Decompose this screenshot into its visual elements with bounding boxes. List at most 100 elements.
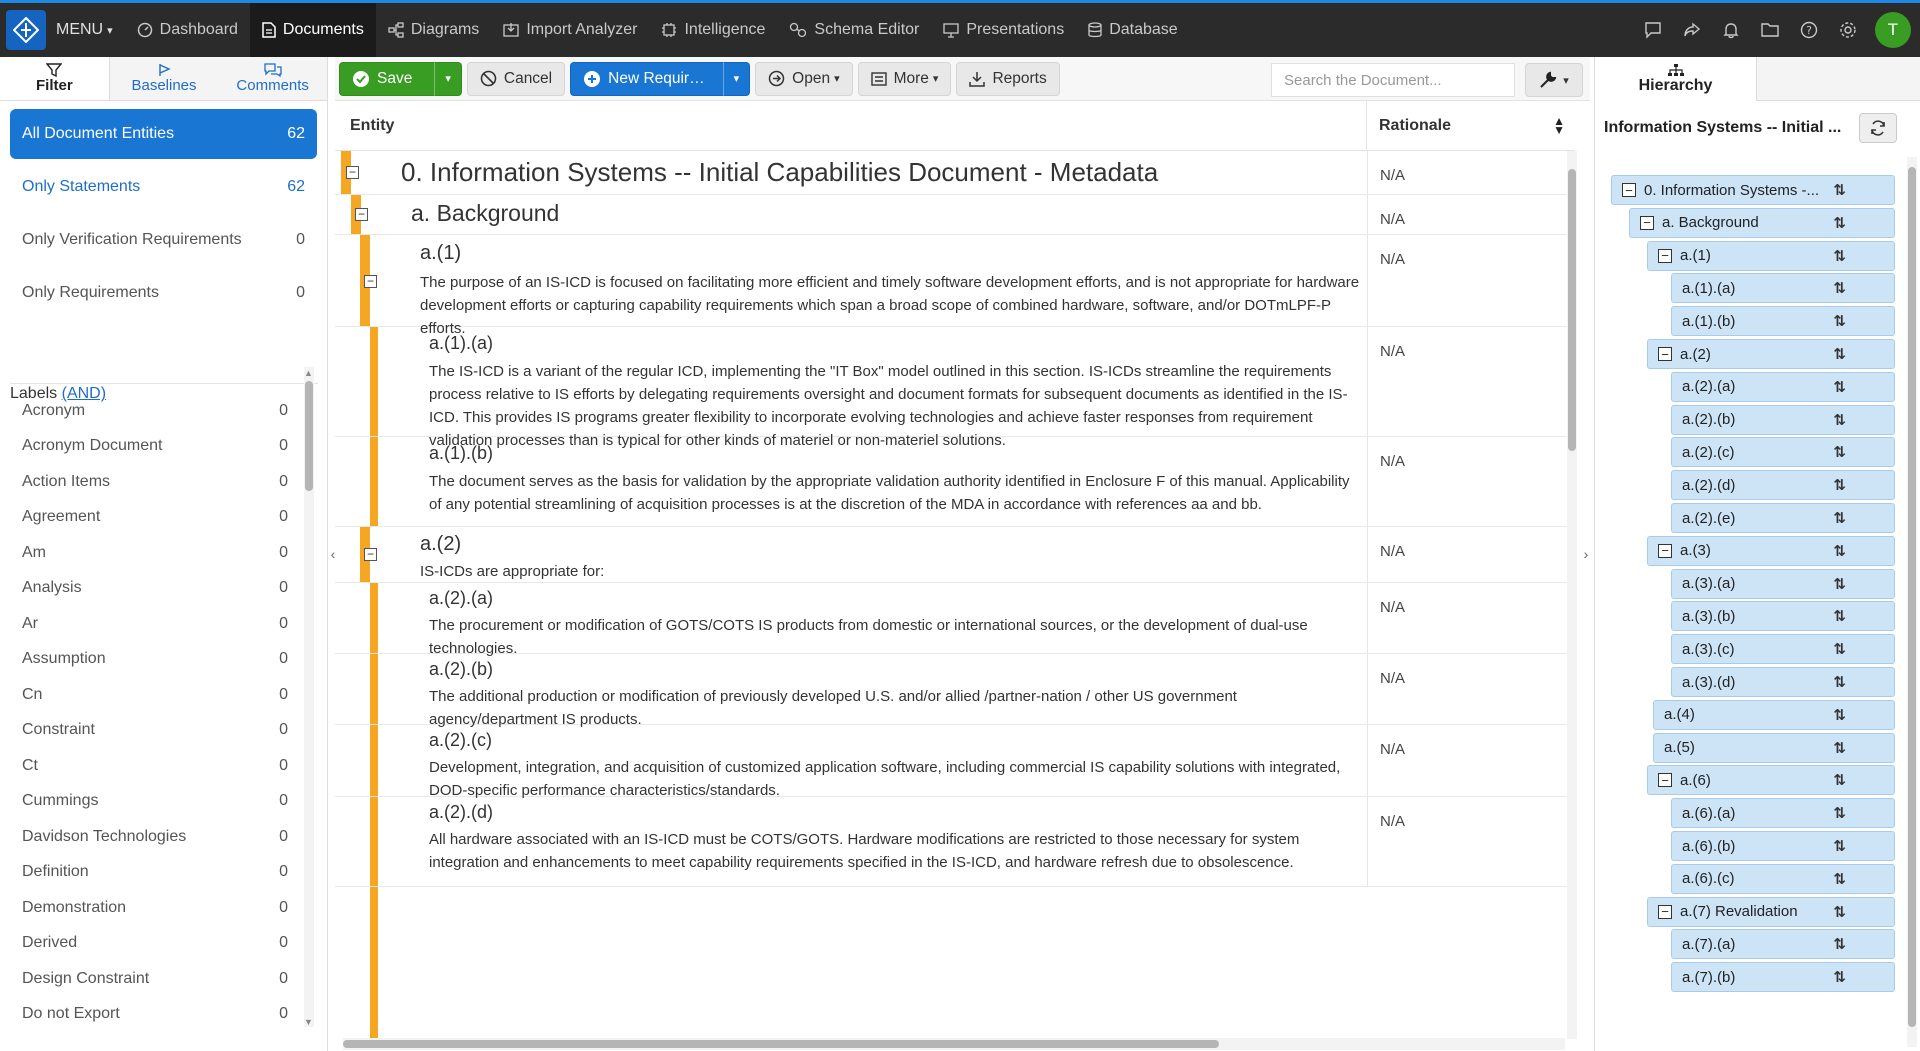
menu-button[interactable]: MENU ▾ (46, 3, 125, 57)
reorder-icon[interactable]: ⇅ (1833, 706, 1846, 724)
table-row[interactable]: a.(1).(a) The IS-ICD is a variant of the… (335, 327, 1567, 449)
horizontal-scroll-thumb[interactable] (343, 1040, 1219, 1048)
reorder-icon[interactable]: ⇅ (1833, 640, 1846, 658)
entity-cell[interactable]: a.(2) IS-ICDs are appropriate for: (420, 533, 1360, 588)
document-horizontal-scrollbar[interactable] (343, 1038, 1565, 1050)
scroll-up-arrow-icon[interactable]: ▲ (304, 368, 313, 378)
entity-cell[interactable]: a.(2).(a) The procurement or modificatio… (429, 588, 1359, 658)
entity-cell[interactable]: 0. Information Systems -- Initial Capabi… (401, 157, 1158, 200)
table-row[interactable]: 0. Information Systems -- Initial Capabi… (335, 151, 1567, 195)
reorder-icon[interactable]: ⇅ (1833, 968, 1846, 986)
label-item[interactable]: Cn 0 (10, 677, 300, 713)
labels-scroll-thumb[interactable] (305, 381, 313, 491)
scroll-down-arrow-icon[interactable]: ▼ (304, 1017, 313, 1027)
reorder-icon[interactable]: ⇅ (1833, 870, 1846, 888)
reorder-icon[interactable]: ⇅ (1833, 607, 1846, 625)
table-row[interactable]: a.(1).(b) The document serves as the bas… (335, 437, 1567, 527)
filter-all-entities[interactable]: All Document Entities 62 (10, 109, 317, 159)
tree-node[interactable]: − a. Background ⇅ (1629, 207, 1895, 238)
reorder-icon[interactable]: ⇅ (1833, 476, 1846, 494)
tree-node[interactable]: − a.(6) ⇅ (1647, 765, 1895, 796)
table-row[interactable]: a. Background N/A (335, 195, 1567, 235)
rationale-cell[interactable]: N/A (1367, 437, 1567, 526)
rationale-cell[interactable]: N/A (1367, 797, 1567, 886)
label-item[interactable]: Agreement 0 (10, 500, 300, 536)
sort-icon[interactable]: ▲ ▼ (1553, 115, 1565, 136)
reorder-icon[interactable]: ⇅ (1833, 509, 1846, 527)
reorder-icon[interactable]: ⇅ (1833, 935, 1846, 953)
tree-node[interactable]: a.(2).(a) ⇅ (1671, 371, 1895, 402)
entity-cell[interactable]: a.(2).(b) The additional production or m… (429, 659, 1359, 729)
column-entity-header[interactable]: Entity (335, 100, 1367, 151)
tools-wrench-button[interactable]: ▾ (1525, 63, 1583, 97)
tree-collapse-icon[interactable]: − (1658, 904, 1672, 919)
label-item[interactable]: Ar 0 (10, 606, 300, 642)
label-item[interactable]: Derived 0 (10, 926, 300, 962)
tree-collapse-icon[interactable]: − (1658, 543, 1672, 558)
tree-node[interactable]: a.(1).(b) ⇅ (1671, 306, 1895, 337)
document-vertical-scrollbar[interactable] (1567, 151, 1577, 1039)
tree-node[interactable]: −0. Information Systems -... ⇅ (1611, 175, 1895, 205)
user-avatar[interactable]: T (1875, 12, 1911, 48)
tree-node[interactable]: a.(2).(c) ⇅ (1671, 437, 1895, 468)
entity-cell[interactable]: a.(1).(b) The document serves as the bas… (429, 443, 1359, 532)
reorder-icon[interactable]: ⇅ (1833, 771, 1846, 789)
tree-node[interactable]: a.(2).(d) ⇅ (1671, 470, 1895, 501)
reorder-icon[interactable]: ⇅ (1833, 411, 1846, 429)
tree-node[interactable]: a.(3).(a) ⇅ (1671, 568, 1895, 599)
label-item[interactable]: Action Items 0 (10, 464, 300, 500)
reorder-icon[interactable]: ⇅ (1833, 345, 1846, 363)
reorder-icon[interactable]: ⇅ (1833, 181, 1846, 199)
rationale-cell[interactable]: N/A (1367, 327, 1567, 436)
cancel-button[interactable]: Cancel (466, 61, 566, 96)
hierarchy-scrollbar[interactable] (1907, 157, 1917, 1047)
tree-node[interactable]: a.(6).(c) ⇅ (1671, 863, 1895, 894)
label-item[interactable]: Do not Export 0 (10, 997, 300, 1033)
nav-presentations[interactable]: Presentations (931, 3, 1076, 57)
nav-import-analyzer[interactable]: Import Analyzer (491, 3, 649, 57)
tree-collapse-icon[interactable]: − (1658, 248, 1672, 263)
reorder-icon[interactable]: ⇅ (1833, 443, 1846, 461)
reorder-icon[interactable]: ⇅ (1833, 279, 1846, 297)
entity-cell[interactable]: a.(2).(d) All hardware associated with a… (429, 802, 1359, 891)
table-row[interactable]: a.(2).(c) Development, integration, and … (335, 725, 1567, 799)
entity-cell[interactable]: a.(1).(a) The IS-ICD is a variant of the… (429, 333, 1359, 449)
tree-node[interactable]: a.(3).(b) ⇅ (1671, 601, 1895, 632)
document-scroll-thumb[interactable] (1568, 169, 1576, 451)
reorder-icon[interactable]: ⇅ (1833, 739, 1846, 757)
rationale-cell[interactable]: N/A (1367, 654, 1567, 724)
reports-button[interactable]: Reports (956, 61, 1060, 96)
tree-collapse-icon[interactable]: − (1640, 215, 1654, 230)
open-button[interactable]: Open ▾ (755, 61, 853, 96)
label-item[interactable]: Definition 0 (10, 855, 300, 891)
tree-collapse-icon[interactable]: − (1658, 773, 1672, 788)
tree-node[interactable]: a.(6).(a) ⇅ (1671, 798, 1895, 829)
tree-collapse-icon[interactable]: − (1658, 347, 1672, 361)
reorder-icon[interactable]: ⇅ (1833, 247, 1846, 265)
nav-intelligence[interactable]: Intelligence (649, 3, 777, 57)
rationale-cell[interactable]: N/A (1367, 583, 1567, 653)
rationale-cell[interactable]: N/A (1367, 151, 1567, 194)
tree-node[interactable]: a.(2).(b) ⇅ (1671, 404, 1895, 435)
label-item[interactable]: Acronym 0 (10, 393, 300, 429)
label-item[interactable]: Assumption 0 (10, 642, 300, 678)
tree-node[interactable]: a.(4) ⇅ (1653, 699, 1895, 730)
settings-gear-icon[interactable] (1828, 3, 1867, 57)
reorder-icon[interactable]: ⇅ (1833, 837, 1846, 855)
tree-node[interactable]: a.(6).(b) ⇅ (1671, 831, 1895, 861)
reorder-icon[interactable]: ⇅ (1833, 804, 1846, 822)
tree-node[interactable]: a.(7).(a) ⇅ (1671, 929, 1895, 960)
column-rationale-header[interactable]: Rationale ▲ ▼ (1367, 115, 1575, 136)
tree-node[interactable]: − a.(3) ⇅ (1647, 535, 1895, 566)
nav-documents[interactable]: Documents (249, 3, 376, 57)
tab-filter[interactable]: Filter (0, 57, 110, 100)
entity-cell[interactable]: a.(2).(c) Development, integration, and … (429, 730, 1359, 801)
tree-node[interactable]: − a.(7) Revalidation ⇅ (1647, 896, 1895, 927)
reorder-icon[interactable]: ⇅ (1833, 903, 1846, 921)
rationale-cell[interactable]: N/A (1367, 195, 1567, 234)
tab-baselines[interactable]: Baselines (109, 57, 219, 100)
reorder-icon[interactable]: ⇅ (1833, 214, 1846, 232)
tree-node[interactable]: a.(2).(e) ⇅ (1671, 503, 1895, 533)
bell-icon[interactable] (1711, 3, 1750, 57)
more-button[interactable]: More ▾ (857, 61, 952, 96)
